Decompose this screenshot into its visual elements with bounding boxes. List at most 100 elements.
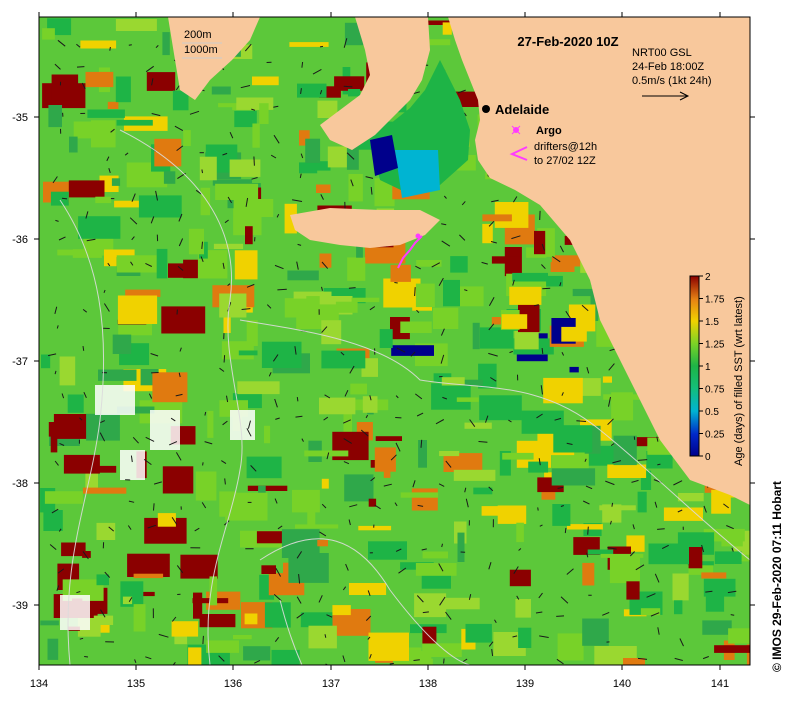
sst-age-cell (603, 394, 641, 400)
sst-age-cell (261, 565, 276, 574)
sst-age-cell (701, 572, 726, 578)
sst-age-cell (482, 214, 512, 221)
sst-age-cell (492, 256, 521, 263)
sst-age-cell (391, 265, 411, 282)
contour-label-1000m: 1000m (184, 44, 218, 56)
sst-age-cell (139, 195, 182, 217)
current-vector (556, 616, 564, 617)
sst-age-cell (573, 289, 593, 296)
sst-age-cell (49, 422, 84, 437)
sst-age-cell (94, 616, 113, 625)
current-vector (542, 288, 550, 289)
sst-age-cell (473, 323, 480, 349)
colorbar-tick-label: 1 (705, 362, 711, 373)
sst-age-cell (401, 492, 438, 497)
sst-age-cell (375, 447, 396, 471)
sst-age-cell (183, 130, 191, 146)
no-data-cell (150, 410, 180, 450)
colorbar-label: Age (days) of filled SST (wrt latest) (733, 296, 745, 466)
y-tick-label: -36 (12, 234, 28, 246)
sst-age-cell (40, 621, 59, 626)
sst-age-cell (450, 256, 468, 273)
sst-age-cell (641, 608, 660, 615)
sst-age-cell (152, 372, 187, 402)
x-tick-label: 140 (613, 678, 631, 690)
sst-age-cell (561, 327, 587, 342)
sst-age-cell (610, 557, 640, 583)
sst-age-cell (212, 87, 231, 95)
sst-age-cell (567, 524, 603, 529)
y-tick-label: -39 (12, 600, 28, 612)
current-vector (110, 47, 111, 51)
sst-age-cell (43, 510, 62, 531)
sst-age-cell (206, 640, 239, 653)
sst-age-cell (116, 77, 131, 103)
sst-age-cell (86, 72, 114, 87)
sst-age-cell (376, 436, 402, 441)
x-tick-label: 135 (127, 678, 145, 690)
sst-age-cell (553, 425, 592, 452)
drifter-legend-line2: to 27/02 12Z (534, 155, 596, 167)
city-marker-icon (482, 105, 490, 113)
sst-age-cell (201, 188, 211, 215)
sst-age-cell (230, 160, 261, 177)
current-vector (202, 170, 203, 174)
sst-age-cell (164, 171, 175, 184)
colorbar-tick-label: 2 (705, 272, 711, 283)
x-tick-label: 141 (711, 678, 729, 690)
current-vector (254, 157, 255, 166)
colorbar-tick-label: 1.5 (705, 317, 719, 328)
colorbar-tick-label: 0.25 (705, 430, 725, 441)
sst-age-cell (347, 257, 365, 281)
sst-age-cell (117, 120, 153, 126)
sst-age-cell (168, 263, 187, 277)
current-vector (542, 348, 543, 354)
sst-age-cell (349, 174, 363, 201)
map-title: 27-Feb-2020 10Z (517, 34, 618, 49)
drifter-legend-line1: drifters@12h (534, 141, 597, 153)
x-tick-label: 139 (516, 678, 534, 690)
sst-age-cell (746, 385, 780, 390)
gulf-shallow (395, 150, 440, 198)
sst-age-cell (245, 226, 253, 244)
sst-age-cell (344, 474, 373, 501)
sst-age-cell (558, 633, 584, 660)
colorbar-tick-label: 1.75 (705, 295, 725, 306)
colorbar-tick-label: 0.5 (705, 407, 719, 418)
sst-age-cell (189, 229, 204, 255)
no-data-cell (230, 410, 255, 440)
current-vector (277, 289, 286, 290)
sst-age-cell (319, 398, 355, 415)
sst-age-cell (332, 605, 350, 615)
sst-age-cell (239, 351, 258, 356)
sst-age-cell (551, 262, 575, 272)
sst-age-cell (674, 600, 682, 614)
sst-age-cell (358, 526, 391, 530)
sst-age-cell (207, 411, 213, 438)
argo-float (416, 234, 421, 239)
x-tick-label: 134 (30, 678, 48, 690)
sst-age-cell (287, 271, 318, 281)
colorbar-tick-label: 0.75 (705, 385, 725, 396)
current-vector (83, 346, 84, 351)
sst-age-cell (457, 397, 479, 402)
sst-age-cell (626, 581, 639, 599)
current-vector (203, 462, 204, 465)
sst-age-cell (48, 639, 59, 660)
y-tick-label: -35 (12, 112, 28, 124)
no-data-cell (60, 595, 90, 630)
current-vector (129, 45, 132, 46)
colorbar-tick-label: 1.25 (705, 340, 725, 351)
sst-age-cell (252, 77, 279, 86)
current-vector (84, 657, 88, 658)
sst-age-cell (601, 554, 644, 558)
current-vector (154, 503, 155, 510)
current-vector (612, 503, 613, 507)
sst-age-cell (582, 563, 594, 586)
sst-age-cell (439, 598, 480, 610)
current-vector (77, 67, 84, 68)
sst-age-cell (350, 384, 367, 395)
sst-age-cell (116, 19, 157, 31)
sst-age-cell (147, 72, 175, 91)
sst-age-cell (309, 626, 337, 649)
